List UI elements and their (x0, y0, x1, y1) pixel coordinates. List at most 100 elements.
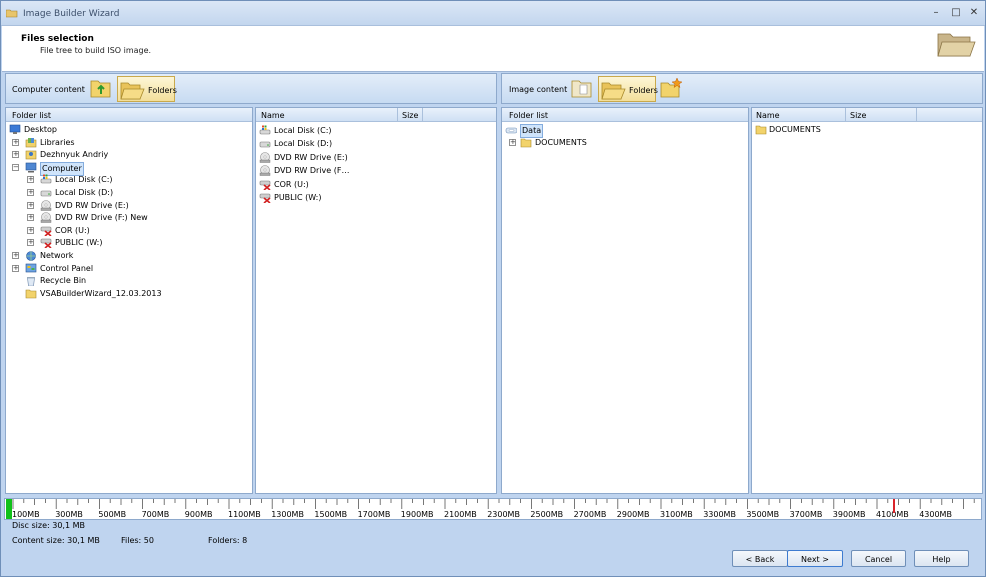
tree-item-local-disk-d[interactable]: + Local Disk (D:) (6, 187, 252, 199)
expand-icon[interactable]: + (509, 138, 516, 146)
tree-item-network[interactable]: + Network (6, 250, 252, 262)
tree-item-label: Recycle Bin (40, 276, 87, 286)
up-folder-button[interactable] (88, 76, 116, 102)
wizard-header: Files selection File tree to build ISO i… (2, 26, 984, 72)
files-count-text: Files: 50 (121, 536, 154, 545)
tree-item-dvd-rw-drive-f-new[interactable]: + DVD RW Drive (F:) New (6, 212, 252, 224)
expand-icon[interactable]: + (27, 239, 34, 247)
folder-tree-header: Folder list (6, 108, 252, 122)
image-size-column-header[interactable]: Size (850, 111, 866, 120)
image-list-item-name: DOCUMENTS (769, 125, 821, 134)
ruler-tick-label: 1300MB (271, 510, 304, 519)
new-folder-icon (660, 77, 683, 98)
list-item[interactable]: Local Disk (C:) (259, 124, 494, 137)
ruler-tick-label: 300MB (55, 510, 83, 519)
tree-item-label: DVD RW Drive (F:) New (55, 213, 148, 223)
image-folder-list-label: Folder list (509, 111, 549, 120)
ruler-tick-label: 3100MB (660, 510, 693, 519)
image-file-list: Name Size DOCUMENTS (751, 107, 983, 494)
image-content-label: Image content (509, 85, 568, 94)
disc-limit-marker (893, 499, 895, 513)
expand-icon[interactable]: + (27, 214, 34, 222)
dvd-drive-icon (259, 151, 271, 163)
disc-icon (505, 124, 518, 135)
tree-item-vsabuilderwizard-12-03-2013[interactable]: VSABuilderWizard_12.03.2013 (6, 288, 252, 300)
control-panel-icon (25, 263, 37, 274)
ruler-tick-label: 3500MB (746, 510, 780, 519)
tree-item-label: Network (40, 251, 74, 260)
expand-icon[interactable]: + (27, 176, 34, 184)
list-item[interactable]: COR (U:) (259, 178, 494, 191)
tree-item-public-w[interactable]: + PUBLIC (W:) (6, 237, 252, 250)
tree-item-dvd-rw-drive-e[interactable]: + DVD RW Drive (E:) (6, 199, 252, 212)
help-button[interactable]: Help (914, 550, 969, 567)
list-item-name: COR (U:) (274, 179, 309, 189)
tree-item-label: COR (U:) (55, 225, 90, 235)
maximize-button[interactable]: □ (949, 6, 963, 20)
expand-icon[interactable]: + (27, 189, 34, 196)
computer-content-label: Computer content (12, 85, 85, 94)
file-list-header: Name Size (256, 108, 496, 122)
ruler-tick-label: 100MB (12, 510, 40, 519)
network-drive-disconnected-icon (40, 225, 52, 237)
expand-icon[interactable]: + (12, 138, 19, 146)
folder-icon (25, 288, 37, 299)
desktop-icon (9, 124, 21, 135)
minimize-button[interactable]: – (929, 6, 943, 20)
expand-icon[interactable]: + (12, 264, 19, 272)
folder-list-label: Folder list (12, 111, 52, 120)
expand-icon[interactable]: + (27, 201, 34, 209)
image-up-folder-button[interactable] (569, 76, 597, 102)
computer-file-list: Name Size Local Disk (C:) Local Disk (D:)… (255, 107, 497, 494)
next-button[interactable]: Next > (787, 550, 843, 567)
ruler-tick-label: 2500MB (530, 510, 564, 519)
image-folder-tree-header: Folder list (502, 108, 748, 122)
list-item[interactable]: Local Disk (D:) (259, 137, 494, 150)
tree-item-cor-u[interactable]: + COR (U:) (6, 225, 252, 237)
tree-item-recycle-bin[interactable]: Recycle Bin (6, 275, 252, 287)
ruler-tick-label: 3300MB (703, 510, 736, 519)
tree-item-control-panel[interactable]: + Control Panel (6, 263, 252, 275)
title-bar: Image Builder Wizard – □ ✕ (1, 1, 985, 26)
content-size-text: Content size: 30,1 MB (12, 536, 100, 545)
new-folder-button[interactable] (658, 76, 686, 102)
tree-item-libraries[interactable]: + Libraries (6, 137, 252, 149)
image-tree-item-data[interactable]: Data (502, 124, 748, 138)
image-tree-item-documents[interactable]: + DOCUMENTS (502, 137, 748, 149)
tree-item-label: Desktop (24, 125, 57, 134)
network-icon (25, 250, 37, 261)
page-subtitle: File tree to build ISO image. (40, 46, 152, 55)
list-item[interactable]: PUBLIC (W:) (259, 191, 494, 204)
expand-icon[interactable]: + (27, 226, 34, 234)
tree-item-local-disk-c[interactable]: + Local Disk (C:) (6, 174, 252, 186)
left-folders-toggle[interactable]: Folders (117, 76, 177, 102)
tree-item-label: Dezhnyuk Andriy (40, 150, 109, 160)
page-title: Files selection (21, 34, 94, 44)
cancel-button[interactable]: Cancel (851, 550, 906, 567)
tree-item-label: Control Panel (40, 263, 94, 273)
list-item[interactable]: DVD RW Drive (E:) (259, 151, 494, 164)
name-column-header[interactable]: Name (261, 111, 285, 120)
ruler-tick-label: 700MB (141, 510, 170, 519)
image-name-column-header[interactable]: Name (756, 111, 780, 120)
expand-icon[interactable]: + (12, 151, 19, 159)
ruler-tick-label: 1500MB (314, 510, 348, 519)
list-item[interactable]: DVD RW Drive (F… (259, 164, 494, 177)
tree-item-computer[interactable]: − Computer (6, 161, 252, 176)
folders-count-text: Folders: 8 (208, 536, 248, 545)
network-drive-disconnected-icon (259, 179, 271, 191)
image-tree-item-label: DOCUMENTS (535, 137, 587, 147)
tree-item-dezhnyuk-andriy[interactable]: + Dezhnyuk Andriy (6, 149, 252, 161)
tree-item-desktop[interactable]: Desktop (6, 124, 252, 136)
size-column-header[interactable]: Size (402, 111, 418, 120)
disc-size-ruler: 100MB 300MB 500MB 700MB 900MB 1100MB 1300MB 150… (4, 498, 982, 520)
expand-icon[interactable]: + (12, 252, 19, 259)
ruler-tick-label: 500MB (98, 510, 127, 519)
close-button[interactable]: ✕ (967, 6, 981, 20)
list-item-name: DVD RW Drive (E:) (274, 152, 348, 162)
right-folders-toggle[interactable]: Folders (598, 76, 658, 102)
ruler-tick-label: 1100MB (228, 510, 261, 519)
collapse-icon[interactable]: − (12, 163, 19, 171)
image-list-item[interactable]: DOCUMENTS (755, 123, 980, 136)
back-button[interactable]: < Back (732, 550, 788, 567)
